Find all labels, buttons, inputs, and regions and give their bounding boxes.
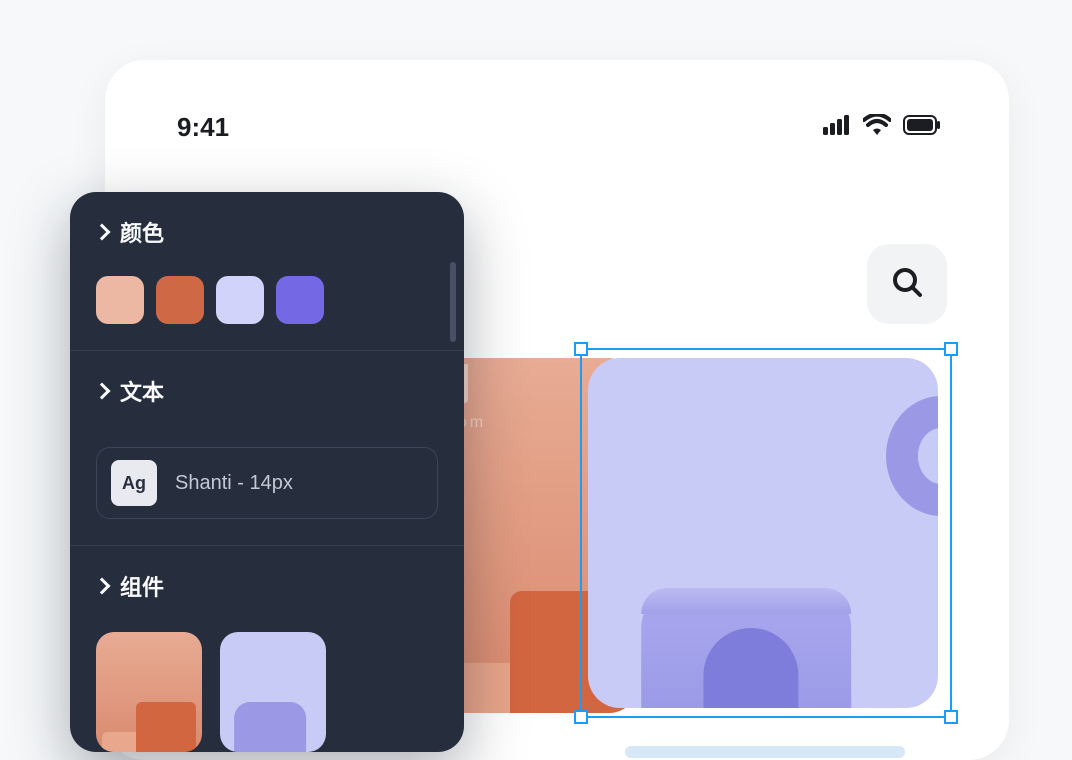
font-label: Shanti - 14px — [175, 472, 293, 495]
color-swatches — [70, 270, 464, 350]
selection-handle-tr[interactable] — [944, 342, 958, 356]
search-icon — [890, 265, 924, 304]
status-icons — [823, 114, 941, 141]
selection-handle-br[interactable] — [944, 710, 958, 724]
thumbnail-lavender[interactable] — [220, 632, 326, 752]
style-panel: 颜色 文本 Ag Shanti - 14px 组件 — [70, 192, 464, 752]
status-time: 9:41 — [177, 112, 229, 143]
caption-placeholder — [625, 746, 905, 758]
section-header-text[interactable]: 文本 — [70, 351, 464, 429]
section-title-text: 文本 — [120, 375, 164, 407]
chevron-right-icon — [94, 578, 111, 595]
swatch-1[interactable] — [96, 276, 144, 324]
font-style-row[interactable]: Ag Shanti - 14px — [96, 447, 438, 519]
status-bar: 9:41 — [105, 60, 1009, 143]
component-thumbnails — [70, 624, 464, 752]
swatch-2[interactable] — [156, 276, 204, 324]
swatch-3[interactable] — [216, 276, 264, 324]
section-header-components[interactable]: 组件 — [70, 546, 464, 624]
font-preview-chip: Ag — [111, 460, 157, 506]
battery-icon — [903, 115, 941, 140]
selection-frame[interactable] — [580, 348, 952, 718]
selection-handle-tl[interactable] — [574, 342, 588, 356]
panel-scrollbar[interactable] — [450, 262, 456, 342]
section-header-colors[interactable]: 颜色 — [70, 192, 464, 270]
chevron-right-icon — [94, 224, 111, 241]
search-button[interactable] — [867, 244, 947, 324]
swatch-4[interactable] — [276, 276, 324, 324]
chevron-right-icon — [94, 383, 111, 400]
thumbnail-peach[interactable] — [96, 632, 202, 752]
wifi-icon — [863, 114, 891, 141]
selection-handle-bl[interactable] — [574, 710, 588, 724]
section-title-colors: 颜色 — [120, 216, 164, 248]
section-title-components: 组件 — [120, 570, 164, 602]
cellular-icon — [823, 115, 851, 140]
